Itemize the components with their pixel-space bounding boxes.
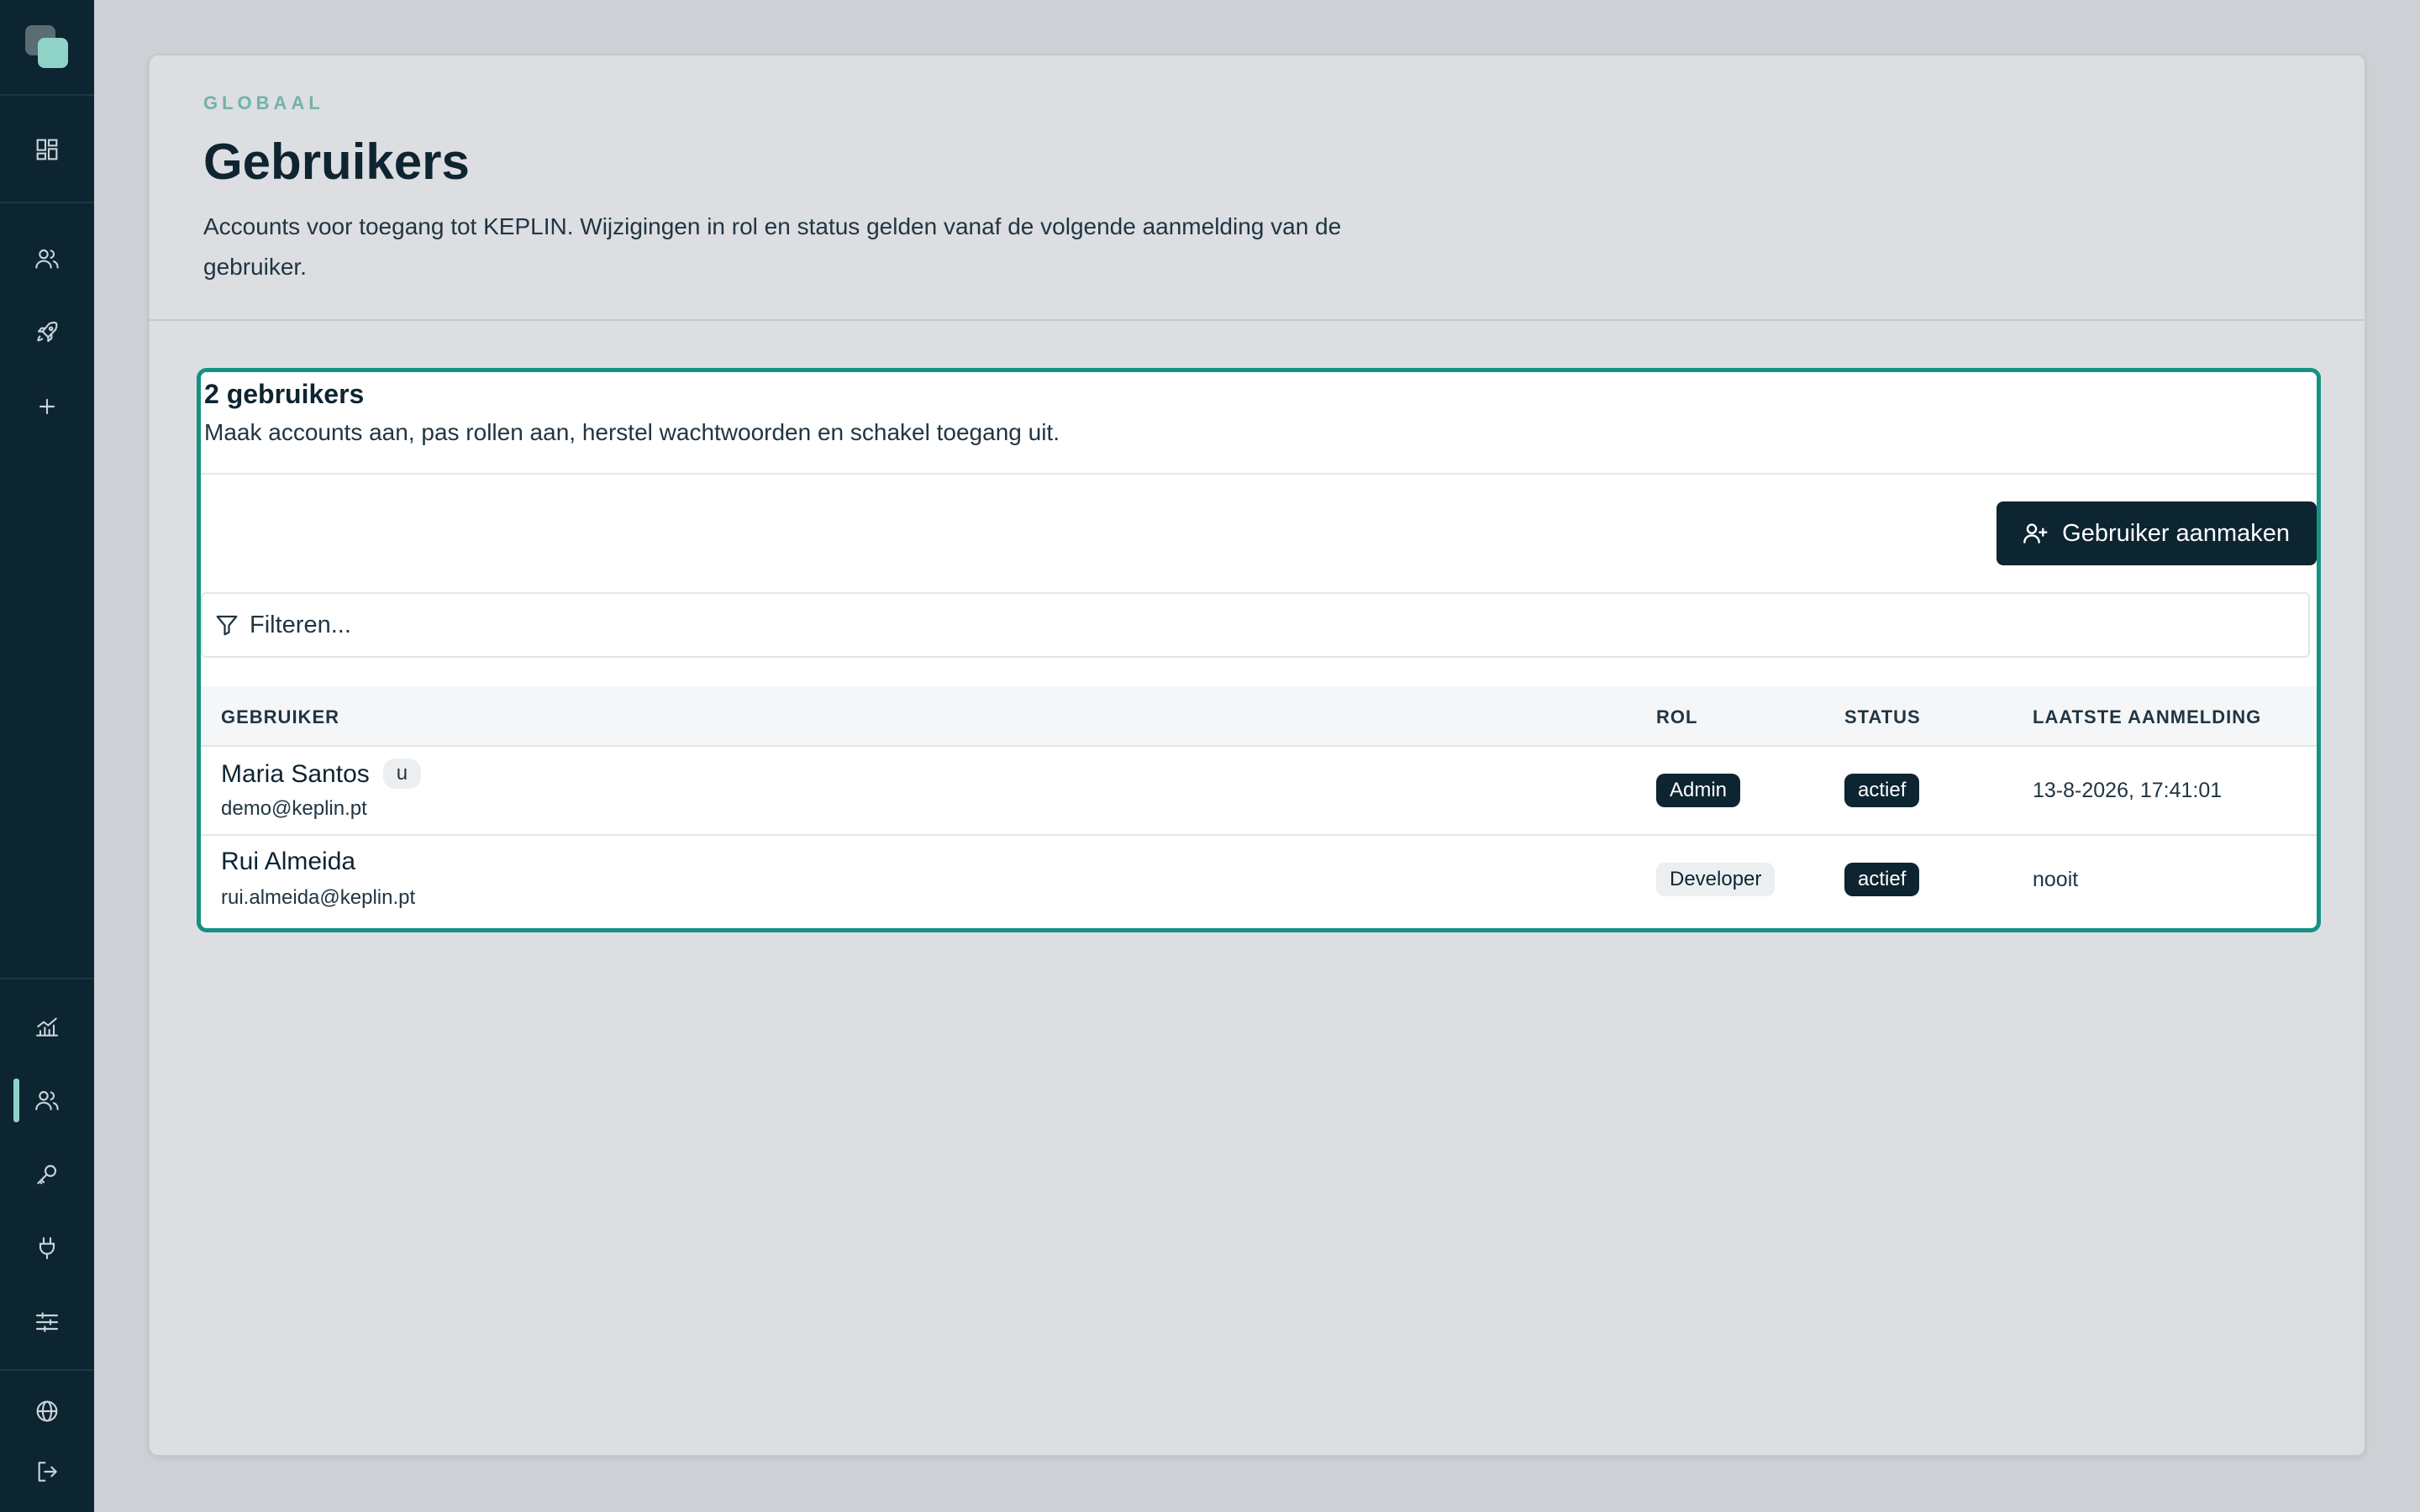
column-header-role[interactable]: ROL	[1656, 706, 1697, 728]
sidebar-item-settings[interactable]	[0, 1297, 94, 1347]
sidebar-item-add[interactable]	[0, 381, 94, 432]
page-description: Accounts voor toegang tot KEPLIN. Wijzig…	[203, 213, 1342, 280]
key-icon	[37, 1164, 57, 1184]
user-email: demo@keplin.pt	[221, 797, 367, 820]
active-indicator	[13, 1079, 19, 1122]
header-divider	[150, 319, 2365, 321]
section-eyebrow: GLOBAAL	[203, 92, 324, 113]
sidebar-item-users[interactable]	[0, 1075, 94, 1126]
create-user-button[interactable]: Gebruiker aanmaken	[1996, 501, 2317, 565]
users-icon	[35, 1090, 59, 1110]
user-email: rui.almeida@keplin.pt	[221, 886, 416, 909]
rocket-icon	[37, 321, 58, 343]
sidebar	[0, 0, 94, 1512]
sliders-icon	[35, 1312, 59, 1332]
create-user-button-label: Gebruiker aanmaken	[2062, 519, 2290, 547]
sidebar-item-language[interactable]	[0, 1386, 94, 1436]
sidebar-item-integrations[interactable]	[0, 1223, 94, 1273]
users-icon	[35, 249, 59, 269]
role-badge: Admin	[1656, 774, 1741, 807]
filter-input[interactable]	[250, 611, 2266, 639]
sidebar-item-team[interactable]	[0, 234, 94, 284]
globe-icon	[36, 1400, 58, 1422]
page-title: Gebruikers	[203, 134, 470, 190]
sidebar-divider	[0, 1369, 94, 1371]
analytics-icon	[35, 1017, 59, 1037]
table-row[interactable]: Rui Almeida rui.almeida@keplin.pt Develo…	[201, 837, 2317, 927]
sidebar-item-analytics[interactable]	[0, 1001, 94, 1052]
plug-icon	[39, 1236, 55, 1260]
column-header-user[interactable]: GEBRUIKER	[221, 706, 339, 728]
sidebar-divider	[0, 978, 94, 979]
current-user-badge: u	[382, 759, 422, 789]
filter-icon	[216, 615, 238, 636]
sidebar-divider	[0, 202, 94, 203]
card-divider	[201, 473, 2317, 475]
sidebar-item-deployments[interactable]	[0, 307, 94, 358]
plus-icon	[39, 398, 55, 415]
user-plus-icon	[2023, 523, 2048, 543]
role-badge: Developer	[1656, 863, 1776, 896]
users-count-title: 2 gebruikers	[204, 379, 365, 409]
last-login: 13-8-2026, 17:41:01	[2033, 779, 2223, 802]
column-header-last-login[interactable]: LAATSTE AANMELDING	[2033, 706, 2261, 728]
sidebar-item-logout[interactable]	[0, 1446, 94, 1497]
users-card: 2 gebruikers Maak accounts aan, pas roll…	[197, 368, 2321, 932]
column-header-status[interactable]: STATUS	[1844, 706, 1921, 728]
sidebar-item-dashboard[interactable]	[0, 124, 94, 175]
logout-icon	[38, 1462, 57, 1482]
user-name: Maria Santos	[221, 760, 370, 788]
user-name: Rui Almeida	[221, 848, 356, 875]
dashboard-icon	[36, 139, 58, 160]
logo-front-square	[38, 38, 68, 68]
sidebar-divider	[0, 94, 94, 96]
main-panel: GLOBAAL Gebruikers Accounts voor toegang…	[148, 54, 2366, 1457]
status-badge: actief	[1844, 863, 1920, 896]
status-badge: actief	[1844, 774, 1920, 807]
sidebar-item-keys[interactable]	[0, 1149, 94, 1200]
filter-box	[201, 592, 2310, 658]
last-login: nooit	[2033, 868, 2079, 891]
app-logo[interactable]	[25, 25, 69, 69]
users-card-subtitle: Maak accounts aan, pas rollen aan, herst…	[204, 419, 1060, 445]
table-header: GEBRUIKER ROL STATUS LAATSTE AANMELDING	[201, 686, 2317, 747]
table-row[interactable]: Maria Santos u demo@keplin.pt Admin actie…	[201, 747, 2317, 836]
